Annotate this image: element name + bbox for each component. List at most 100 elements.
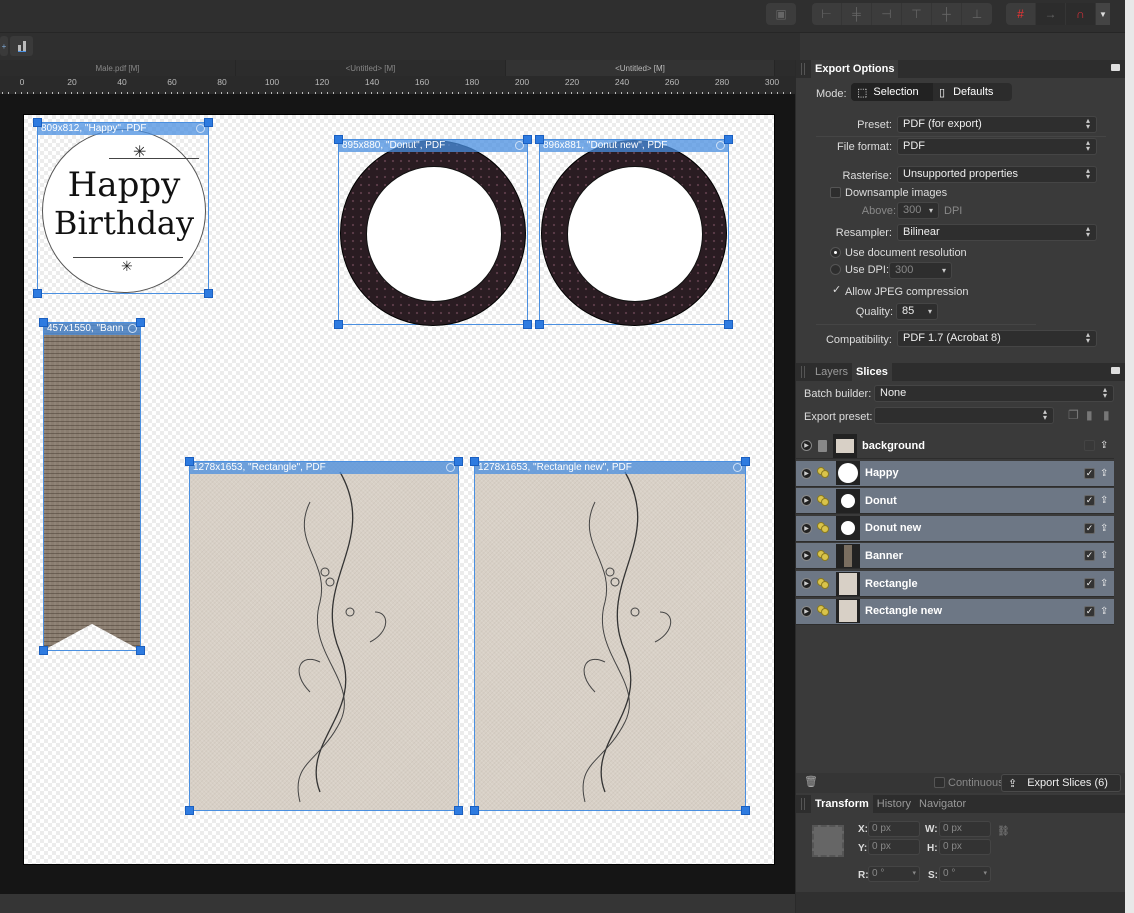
above-dpi-select[interactable]: 300 ▾	[897, 202, 939, 219]
rasterise-select[interactable]: Unsupported properties ▴ ▾	[897, 166, 1097, 183]
context-button[interactable]: +	[0, 36, 8, 56]
resize-handle[interactable]	[535, 320, 544, 329]
allow-jpeg-checkbox[interactable]: ✓	[832, 283, 841, 296]
tab-history[interactable]: History	[873, 795, 915, 813]
linked-icon[interactable]	[817, 605, 830, 617]
continuous-checkbox[interactable]	[934, 777, 945, 788]
align-middle-icon[interactable]: ┼	[932, 3, 962, 25]
export-checkbox[interactable]: ✓	[1084, 550, 1095, 562]
export-icon[interactable]: ⇪	[1100, 606, 1109, 617]
expand-icon[interactable]: ▶	[801, 522, 812, 534]
linked-icon[interactable]	[817, 549, 830, 562]
chart-button[interactable]	[10, 36, 33, 56]
slice-donut-new[interactable]: 896x881, "Donut new", PDF	[535, 135, 733, 329]
export-icon[interactable]: ⇪	[1100, 468, 1109, 479]
slice-row-donut[interactable]: ▶ Donut ✓ ⇪	[796, 488, 1114, 515]
panel-menu-icon[interactable]	[1111, 64, 1120, 71]
quality-select[interactable]: 85 ▾	[896, 303, 938, 320]
canvas-area[interactable]: Happy Birthday ✳ ✳ 809x812, "Happy", PDF…	[0, 94, 795, 894]
slice-row-rectangle[interactable]: ▶ Rectangle ✓ ⇪	[796, 571, 1114, 597]
resize-handle[interactable]	[535, 135, 544, 144]
panel-grip[interactable]	[801, 63, 805, 75]
artboard[interactable]: Happy Birthday ✳ ✳ 809x812, "Happy", PDF…	[23, 114, 775, 865]
slice-banner[interactable]: 457x1550, "Bann	[39, 318, 145, 655]
resize-handle[interactable]	[39, 318, 48, 327]
resize-handle[interactable]	[470, 457, 479, 466]
expand-icon[interactable]: ▶	[801, 550, 812, 562]
expand-icon[interactable]: ▶	[801, 467, 812, 479]
snap-arrow-icon[interactable]: →	[1036, 3, 1066, 25]
use-dpi-select[interactable]: 300 ▾	[889, 262, 952, 279]
panel-grip[interactable]	[801, 798, 805, 810]
tab-export-options[interactable]: Export Options	[811, 60, 899, 78]
slice-rectangle-new[interactable]: 1278x1653, "Rectangle new", PDF	[470, 457, 750, 815]
resize-handle[interactable]	[454, 457, 463, 466]
mode-selection-button[interactable]: ⬚ Selection	[851, 83, 933, 101]
slice-rectangle[interactable]: 1278x1653, "Rectangle", PDF	[185, 457, 463, 815]
align-right-icon[interactable]: ⊣	[872, 3, 902, 25]
export-slices-button[interactable]: ⇪ Export Slices (6)	[1001, 774, 1121, 792]
copy-preset-icon[interactable]: ❐	[1068, 408, 1079, 422]
linked-icon[interactable]	[817, 522, 830, 534]
resize-handle[interactable]	[724, 320, 733, 329]
linked-icon[interactable]	[817, 494, 830, 507]
resize-handle[interactable]	[185, 806, 194, 815]
export-icon[interactable]: ⇪	[1100, 550, 1109, 561]
tab-male-pdf[interactable]: Male.pdf [M]	[0, 60, 236, 76]
expand-icon[interactable]: ▶	[801, 495, 812, 507]
compatibility-select[interactable]: PDF 1.7 (Acrobat 8) ▴ ▾	[897, 330, 1097, 347]
snapping-grid-icon[interactable]: #	[1006, 3, 1036, 25]
h-field[interactable]: 0 px	[939, 839, 991, 855]
w-field[interactable]: 0 px	[939, 821, 991, 837]
resize-handle[interactable]	[724, 135, 733, 144]
slice-row-happy[interactable]: ▶ Happy ✓ ⇪	[796, 460, 1114, 487]
slice-row-banner[interactable]: ▶ Banner ✓ ⇪	[796, 543, 1114, 570]
expand-icon[interactable]: ▶	[801, 578, 812, 589]
x-field[interactable]: 0 px	[868, 821, 920, 837]
use-dpi-radio[interactable]	[830, 264, 841, 275]
resize-handle[interactable]	[185, 457, 194, 466]
slice-happy[interactable]: Happy Birthday ✳ ✳ 809x812, "Happy", PDF	[33, 118, 213, 298]
file-format-select[interactable]: PDF ▴ ▾	[897, 138, 1097, 155]
export-checkbox[interactable]: ✓	[1084, 467, 1095, 479]
trash-icon[interactable]: 🗑	[804, 775, 818, 788]
export-checkbox[interactable]	[1084, 440, 1095, 451]
resize-handle[interactable]	[454, 806, 463, 815]
align-left-icon[interactable]: ⊢	[812, 3, 842, 25]
export-icon[interactable]: ⇪	[1100, 440, 1109, 451]
snapping-dropdown-icon[interactable]: ▼	[1096, 3, 1110, 25]
arrange-button[interactable]: ▣	[766, 3, 796, 25]
resize-handle[interactable]	[204, 118, 213, 127]
export-checkbox[interactable]: ✓	[1084, 495, 1095, 507]
resize-handle[interactable]	[204, 289, 213, 298]
resize-handle[interactable]	[523, 135, 532, 144]
resampler-select[interactable]: Bilinear ▴ ▾	[897, 224, 1097, 241]
resize-handle[interactable]	[33, 289, 42, 298]
rotation-field[interactable]: 0 ° ▾	[868, 866, 920, 882]
linked-icon[interactable]	[817, 467, 830, 479]
expand-icon[interactable]: ▶	[801, 605, 812, 617]
add-preset-icon[interactable]: ▮	[1103, 408, 1110, 422]
link-aspect-icon[interactable]: ⛓	[997, 826, 1010, 837]
export-icon[interactable]: ⇪	[1100, 578, 1109, 589]
resize-handle[interactable]	[136, 318, 145, 327]
use-document-resolution-radio[interactable]	[830, 247, 841, 258]
magnet-icon[interactable]: ∩	[1066, 3, 1096, 25]
resize-handle[interactable]	[33, 118, 42, 127]
panel-grip[interactable]	[801, 366, 805, 378]
resize-handle[interactable]	[39, 646, 48, 655]
resize-handle[interactable]	[741, 806, 750, 815]
panel-menu-icon[interactable]	[1111, 367, 1120, 374]
resize-handle[interactable]	[334, 135, 343, 144]
resize-handle[interactable]	[136, 646, 145, 655]
slice-row-rectangle-new[interactable]: ▶ Rectangle new ✓ ⇪	[796, 598, 1114, 625]
align-top-icon[interactable]: ⊤	[902, 3, 932, 25]
resize-handle[interactable]	[741, 457, 750, 466]
tab-untitled-2[interactable]: <Untitled> [M]	[506, 60, 775, 76]
resize-handle[interactable]	[523, 320, 532, 329]
align-center-icon[interactable]: ╪	[842, 3, 872, 25]
export-checkbox[interactable]: ✓	[1084, 605, 1095, 617]
export-icon[interactable]: ⇪	[1100, 495, 1109, 506]
export-checkbox[interactable]: ✓	[1084, 522, 1095, 534]
tab-slices[interactable]: Slices	[852, 363, 892, 381]
